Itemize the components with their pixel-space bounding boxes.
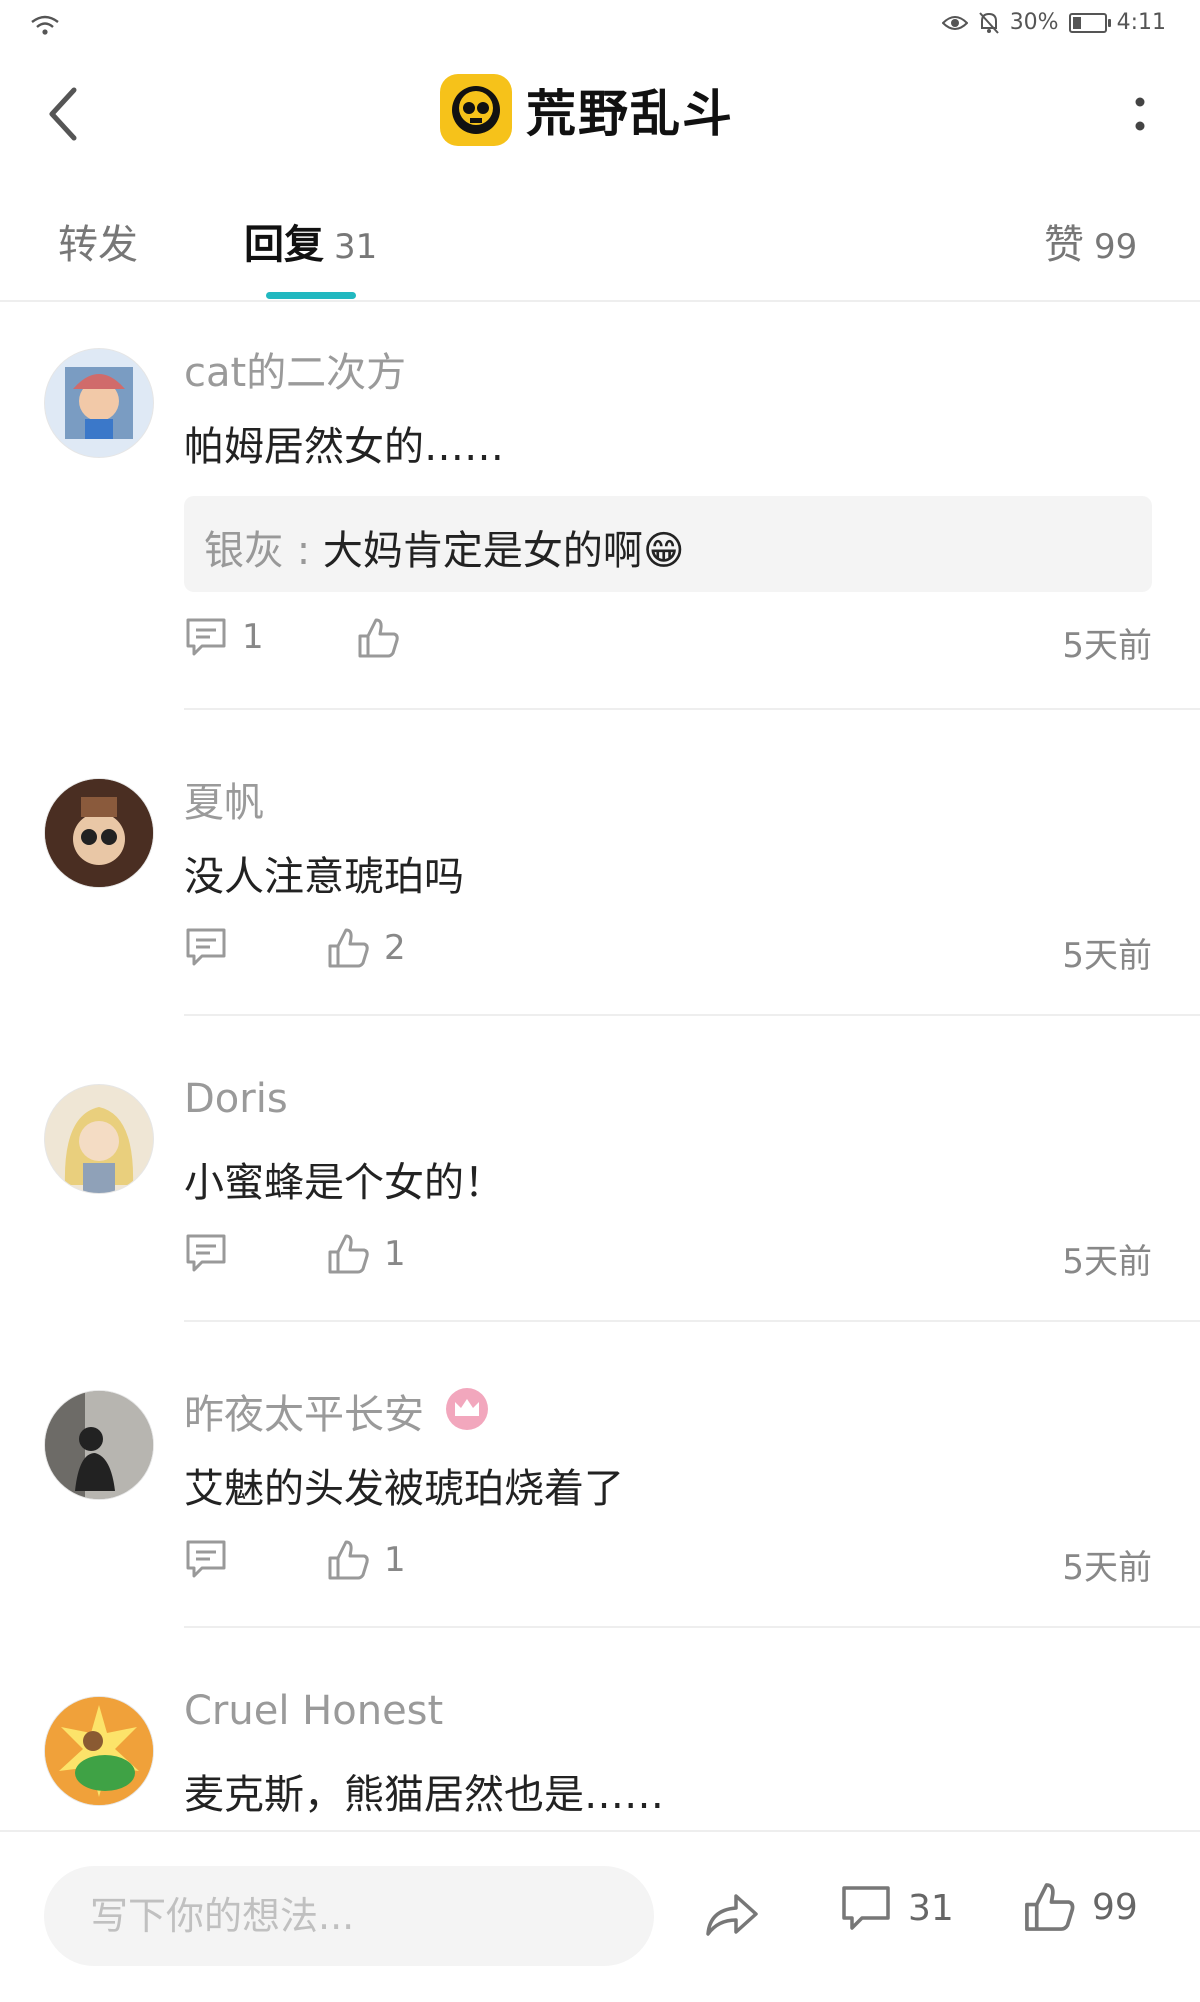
timestamp: 5天前 (1062, 936, 1152, 976)
page-title: 荒野乱斗 (526, 85, 734, 143)
timestamp: 5天前 (1062, 626, 1152, 666)
tab-bar: 转发 回复 31 赞 99 (0, 200, 1200, 302)
battery-icon (1068, 12, 1111, 33)
avatar[interactable] (44, 1084, 154, 1194)
comment-icon (186, 1234, 226, 1272)
comment-icon (186, 1540, 226, 1578)
avatar[interactable] (44, 1390, 154, 1500)
share-icon[interactable] (702, 1886, 762, 1942)
comment-input[interactable]: 写下你的想法... (44, 1866, 654, 1966)
comment-text: 帕姆居然女的…… (184, 424, 504, 470)
like-count: 2 (384, 928, 406, 968)
comment-bubble-icon (842, 1886, 890, 1930)
quoted-reply[interactable]: 银灰 : 大妈肯定是女的啊😁 (184, 496, 1152, 592)
crown-badge-icon (446, 1388, 488, 1430)
username[interactable]: 昨夜太平长安 (184, 1382, 424, 1440)
comment-item: Doris 小蜜蜂是个女的！ 1 5天前 (0, 1016, 1200, 1322)
avatar[interactable] (44, 1696, 154, 1806)
battery-percent: 30% (1009, 10, 1059, 35)
quote-text: 大妈肯定是女的啊😁 (322, 528, 685, 574)
bottom-action-bar: 写下你的想法... 31 99 (0, 1830, 1200, 2002)
app-header: 荒野乱斗 (0, 60, 1200, 160)
reply-count: 31 (334, 227, 378, 267)
username[interactable]: Cruel Honest (184, 1688, 443, 1734)
comment-item: 夏帆 没人注意琥珀吗 2 5天前 (0, 710, 1200, 1016)
comment-text: 艾魅的头发被琥珀烧着了 (184, 1466, 624, 1512)
like-button[interactable]: 2 (326, 926, 406, 970)
status-bar: 30% 4:11 (0, 0, 1200, 48)
circle-title[interactable]: 荒野乱斗 (440, 74, 734, 146)
brawl-stars-skull-icon (440, 74, 512, 146)
tab-forward[interactable]: 转发 (58, 212, 138, 270)
timestamp: 5天前 (1062, 1548, 1152, 1588)
username[interactable]: cat的二次方 (184, 340, 406, 398)
like-button[interactable]: 99 (1022, 1880, 1138, 1934)
thumbs-up-icon (328, 1234, 369, 1274)
avatar[interactable] (44, 348, 154, 458)
like-button[interactable]: 1 (326, 1232, 406, 1276)
more-vertical-icon[interactable] (1130, 94, 1150, 134)
comment-text: 没人注意琥珀吗 (184, 854, 464, 900)
username[interactable]: 夏帆 (184, 770, 264, 828)
comment-text: 小蜜蜂是个女的！ (184, 1160, 504, 1206)
mute-bell-icon (978, 11, 999, 34)
comment-icon (186, 928, 226, 966)
username[interactable]: Doris (184, 1076, 288, 1122)
comment-item: 昨夜太平长安 艾魅的头发被琥珀烧着了 1 5天前 (0, 1322, 1200, 1628)
reply-count: 1 (242, 617, 264, 657)
comment-icon (186, 618, 226, 656)
avatar[interactable] (44, 778, 154, 888)
like-button[interactable]: 1 (326, 1538, 406, 1582)
comment-item: cat的二次方 帕姆居然女的…… 银灰 : 大妈肯定是女的啊😁 1 5天前 (0, 300, 1200, 710)
comments-button[interactable]: 31 (840, 1882, 954, 1934)
clock: 4:11 (1116, 10, 1166, 35)
reply-button[interactable]: 1 (184, 616, 264, 658)
comment-item: Cruel Honest 麦克斯，熊猫居然也是…… (0, 1628, 1200, 1830)
active-tab-indicator (266, 292, 356, 299)
comment-count: 31 (908, 1887, 954, 1929)
comment-text: 麦克斯，熊猫居然也是…… (184, 1772, 664, 1818)
like-button[interactable] (356, 616, 414, 660)
timestamp: 5天前 (1062, 1242, 1152, 1282)
back-arrow-icon[interactable] (40, 84, 90, 144)
thumbs-up-icon (358, 618, 399, 658)
reply-button[interactable] (184, 926, 242, 968)
reply-button[interactable] (184, 1232, 242, 1274)
like-count: 1 (384, 1234, 406, 1274)
quote-author: 银灰 : (204, 528, 311, 574)
like-count: 99 (1092, 1886, 1138, 1928)
like-count: 99 (1094, 227, 1138, 267)
wifi-icon (31, 15, 59, 35)
reply-button[interactable] (184, 1538, 242, 1580)
tab-reply[interactable]: 回复 31 (244, 212, 377, 270)
tab-like[interactable]: 赞 99 (1044, 212, 1137, 270)
like-count: 1 (384, 1540, 406, 1580)
thumbs-up-icon (1025, 1883, 1075, 1931)
thumbs-up-icon (328, 1540, 369, 1580)
eye-icon (941, 15, 968, 30)
thumbs-up-icon (328, 928, 369, 968)
